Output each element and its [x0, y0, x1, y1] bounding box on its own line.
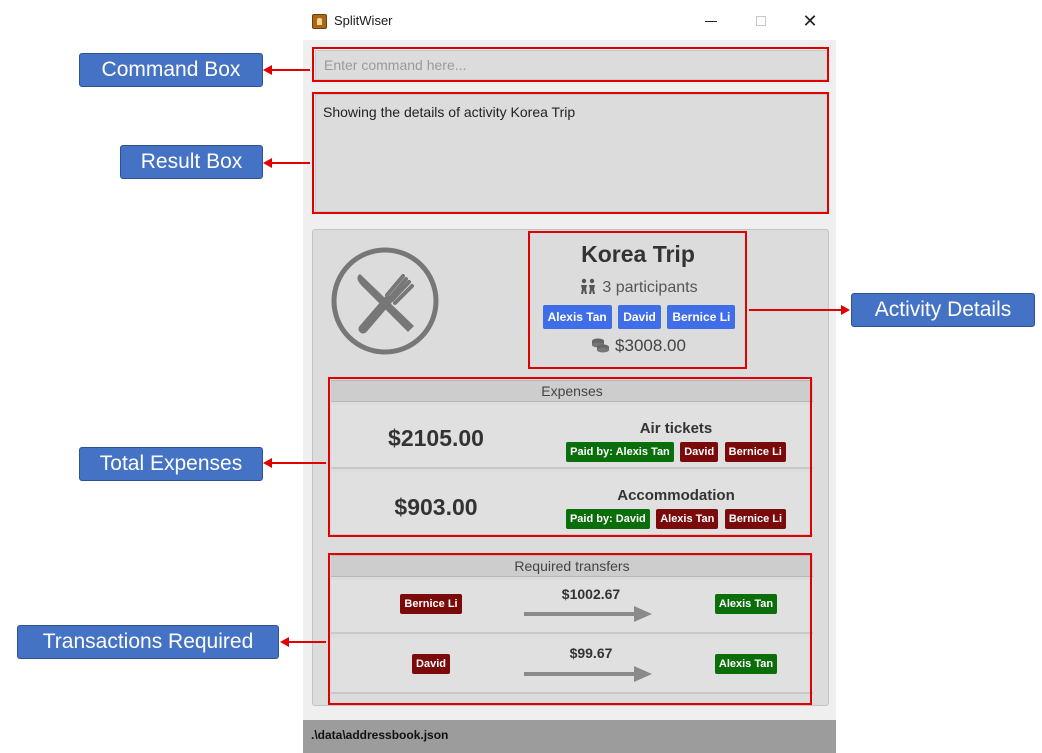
transactions-required-highlight: [328, 553, 812, 705]
callout-activity-details: Activity Details: [851, 293, 1035, 327]
close-icon: ✕: [802, 11, 818, 31]
total-expenses-highlight: [328, 377, 812, 537]
status-bar: .\data\addressbook.json: [303, 720, 836, 753]
callout-total-expenses: Total Expenses: [79, 447, 263, 481]
screenshot-root: SplitWiser ✕ Showing the details of acti…: [0, 0, 1042, 753]
window-title: SplitWiser: [334, 13, 393, 28]
callout-command-box: Command Box: [79, 53, 263, 87]
maximize-icon: [756, 16, 766, 26]
title-bar[interactable]: SplitWiser ✕: [303, 0, 836, 40]
minimize-icon: [705, 21, 717, 22]
callout-result-box: Result Box: [120, 145, 263, 179]
maximize-button[interactable]: [749, 10, 773, 32]
callout-transactions-required: Transactions Required: [17, 625, 279, 659]
close-button[interactable]: ✕: [798, 10, 822, 32]
command-box-highlight: [312, 47, 829, 82]
result-box-highlight: [312, 92, 829, 214]
minimize-button[interactable]: [699, 10, 723, 32]
data-file-path: .\data\addressbook.json: [311, 728, 449, 742]
fork-knife-icon: [331, 247, 439, 355]
activity-details-highlight: [528, 231, 747, 369]
app-logo-icon: [312, 14, 327, 29]
